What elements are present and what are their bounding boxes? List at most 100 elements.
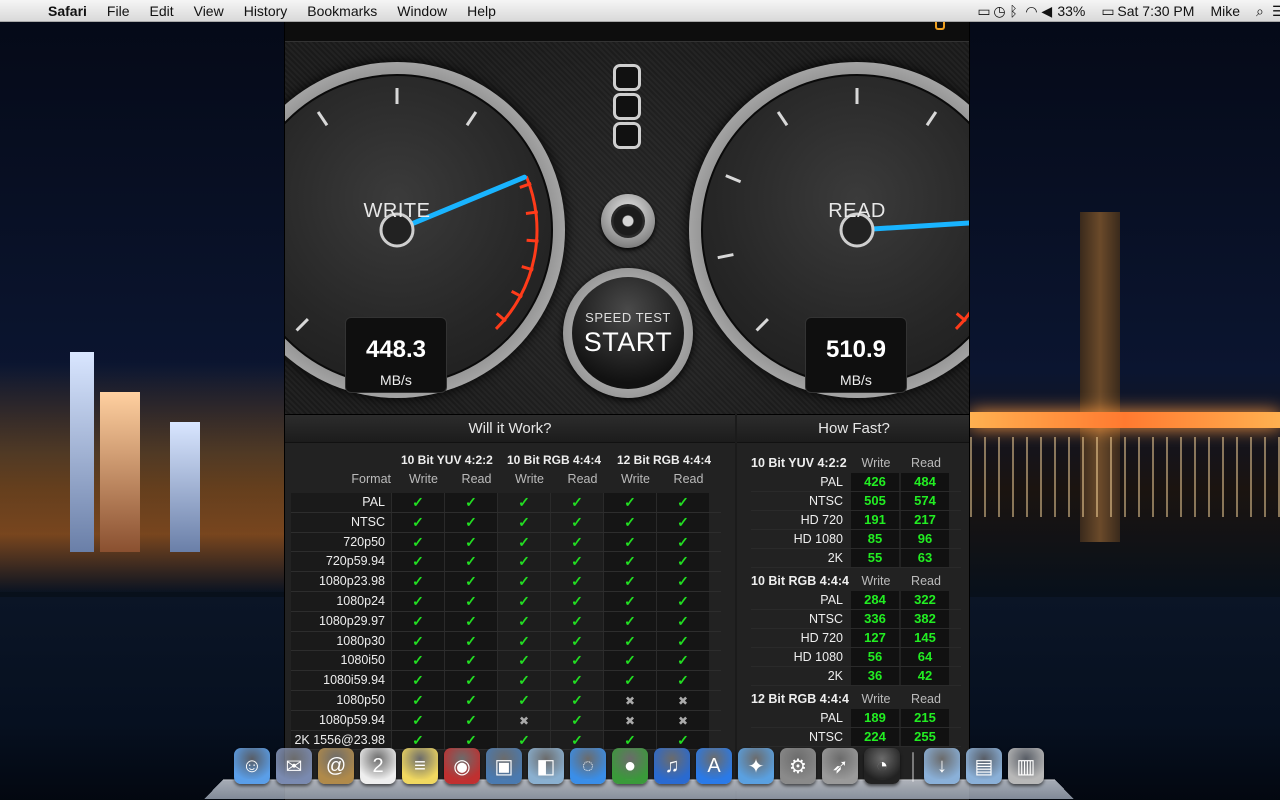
format-label: HD 720 [800,513,843,527]
wifi-icon[interactable]: ◠ [1017,0,1037,22]
iphoto-icon[interactable]: ▣ [486,748,522,784]
menu-window[interactable]: Window [387,0,457,22]
disk-speed-test-window: WRITE 448.3 MB/s READ 510.9 MB/s SPEED T… [284,22,970,800]
table-row: PAL 284 322 [751,591,961,610]
facetime-icon[interactable]: ● [612,748,648,784]
table-row: 720p50 ✓ ✓ ✓ ✓ ✓ ✓ [291,532,721,553]
menu-app-name[interactable]: Safari [38,0,97,22]
launchpad-icon[interactable]: ➶ [822,748,858,784]
bluetooth-icon[interactable]: ᛒ [1001,0,1017,22]
format-label: NTSC [808,494,843,508]
checkmark-icon: ✓ [444,572,497,591]
write-fps-value: 426 [851,473,899,491]
checkmark-icon: ✓ [391,493,444,512]
start-speed-test-button[interactable]: SPEED TEST START [563,268,693,398]
format-label: 1080p59.94 [291,710,391,730]
column-header-write: Write [515,472,544,486]
spotlight-search-icon[interactable]: ⌕ [1248,0,1264,22]
write-fps-value: 55 [851,549,899,567]
disk-speed-test-icon[interactable]: ◔ [864,748,900,784]
checkmark-icon: ✓ [497,512,550,532]
menu-file[interactable]: File [97,0,140,22]
contacts-icon[interactable]: @ [318,748,354,784]
cross-icon: ✖ [656,690,709,710]
group-title: 10 Bit RGB 4:4:4 [751,574,849,588]
checkmark-icon: ✓ [444,532,497,552]
write-readout: 448.3 MB/s [345,317,447,393]
format-label: 2K [827,551,843,565]
downloads-folder-icon[interactable]: ↓ [924,748,960,784]
drive-selector[interactable] [613,64,643,151]
finder-icon[interactable]: ☺ [234,748,270,784]
preview-icon[interactable]: ◧ [528,748,564,784]
calendar-icon[interactable]: 2 [360,748,396,784]
messages-icon[interactable]: ◌ [570,748,606,784]
trash-icon[interactable]: ▥ [1008,748,1044,784]
table-row: NTSC 224 255 [751,728,961,747]
how-fast-group: 10 Bit RGB 4:4:4 Write Read PAL 284 322 NTSC 33… [751,571,961,686]
format-label: PAL [291,493,391,512]
column-header-read: Read [567,472,598,486]
checkmark-icon: ✓ [391,730,444,750]
read-column-header: Read [911,574,941,588]
app-store-icon[interactable]: A [696,748,732,784]
menu-view[interactable]: View [184,0,234,22]
checkmark-icon: ✓ [444,493,497,512]
drive-slot-icon[interactable] [613,122,641,149]
itunes-icon[interactable]: ♫ [654,748,690,784]
mail-stamp-icon[interactable]: ✉ [276,748,312,784]
checkmark-icon: ✓ [550,690,603,710]
checkmark-icon: ✓ [391,611,444,631]
format-label: 1080p24 [291,591,391,611]
menu-edit[interactable]: Edit [139,0,183,22]
start-button-caption: SPEED TEST [585,310,671,325]
menu-help[interactable]: Help [457,0,506,22]
safari-icon[interactable]: ✦ [738,748,774,784]
menu-user[interactable]: Mike [1202,0,1248,22]
read-fps-value: 322 [901,591,949,609]
checkmark-icon: ✓ [550,611,603,631]
gauge-tick [925,111,938,127]
notes-icon[interactable]: ≡ [402,748,438,784]
table-row: 1080p24 ✓ ✓ ✓ ✓ ✓ ✓ [291,591,721,612]
menu-bookmarks[interactable]: Bookmarks [297,0,387,22]
airplay-icon[interactable]: ▭ [969,0,990,22]
checkmark-icon: ✓ [603,611,656,631]
format-label: 1080i59.94 [291,671,391,690]
cross-icon: ✖ [656,710,709,730]
format-label: 720p59.94 [291,552,391,572]
skyscraper [170,422,200,552]
write-fps-value: 284 [851,591,899,609]
table-row: 1080p23.98 ✓ ✓ ✓ ✓ ✓ ✓ [291,572,721,592]
menu-clock[interactable]: Sat 7:30 PM [1109,0,1202,22]
checkmark-icon: ✓ [391,651,444,671]
notification-center-icon[interactable]: ☰ [1264,0,1280,22]
time-machine-icon[interactable]: ◷ [985,0,1005,22]
battery-icon[interactable]: ▭ [1093,0,1114,22]
settings-button[interactable] [601,194,655,248]
photo-booth-icon[interactable]: ◉ [444,748,480,784]
menu-history[interactable]: History [234,0,298,22]
table-row: 1080p29.97 ✓ ✓ ✓ ✓ ✓ ✓ [291,611,721,632]
write-fps-value: 85 [851,530,899,548]
checkmark-icon: ✓ [603,552,656,572]
system-preferences-icon[interactable]: ⚙ [780,748,816,784]
format-label: NTSC [808,612,843,626]
cross-icon: ✖ [497,710,550,730]
drive-slot-icon[interactable] [613,93,641,120]
dock-separator [912,752,914,782]
checkmark-icon: ✓ [603,730,656,750]
battery-percent[interactable]: 33% [1049,0,1093,22]
checkmark-icon: ✓ [656,493,709,512]
volume-icon[interactable]: ◀ [1033,0,1052,22]
documents-folder-icon[interactable]: ▤ [966,748,1002,784]
drive-slot-icon[interactable] [613,64,641,91]
checkmark-icon: ✓ [603,671,656,690]
checkmark-icon: ✓ [656,572,709,591]
table-row: 720p59.94 ✓ ✓ ✓ ✓ ✓ ✓ [291,552,721,573]
group-header-yuv: 10 Bit YUV 4:2:2 [401,453,493,467]
format-label: 1080p30 [291,631,391,651]
write-fps-value: 189 [851,709,899,727]
skyscraper [70,352,94,552]
gauge-tick [725,174,742,184]
